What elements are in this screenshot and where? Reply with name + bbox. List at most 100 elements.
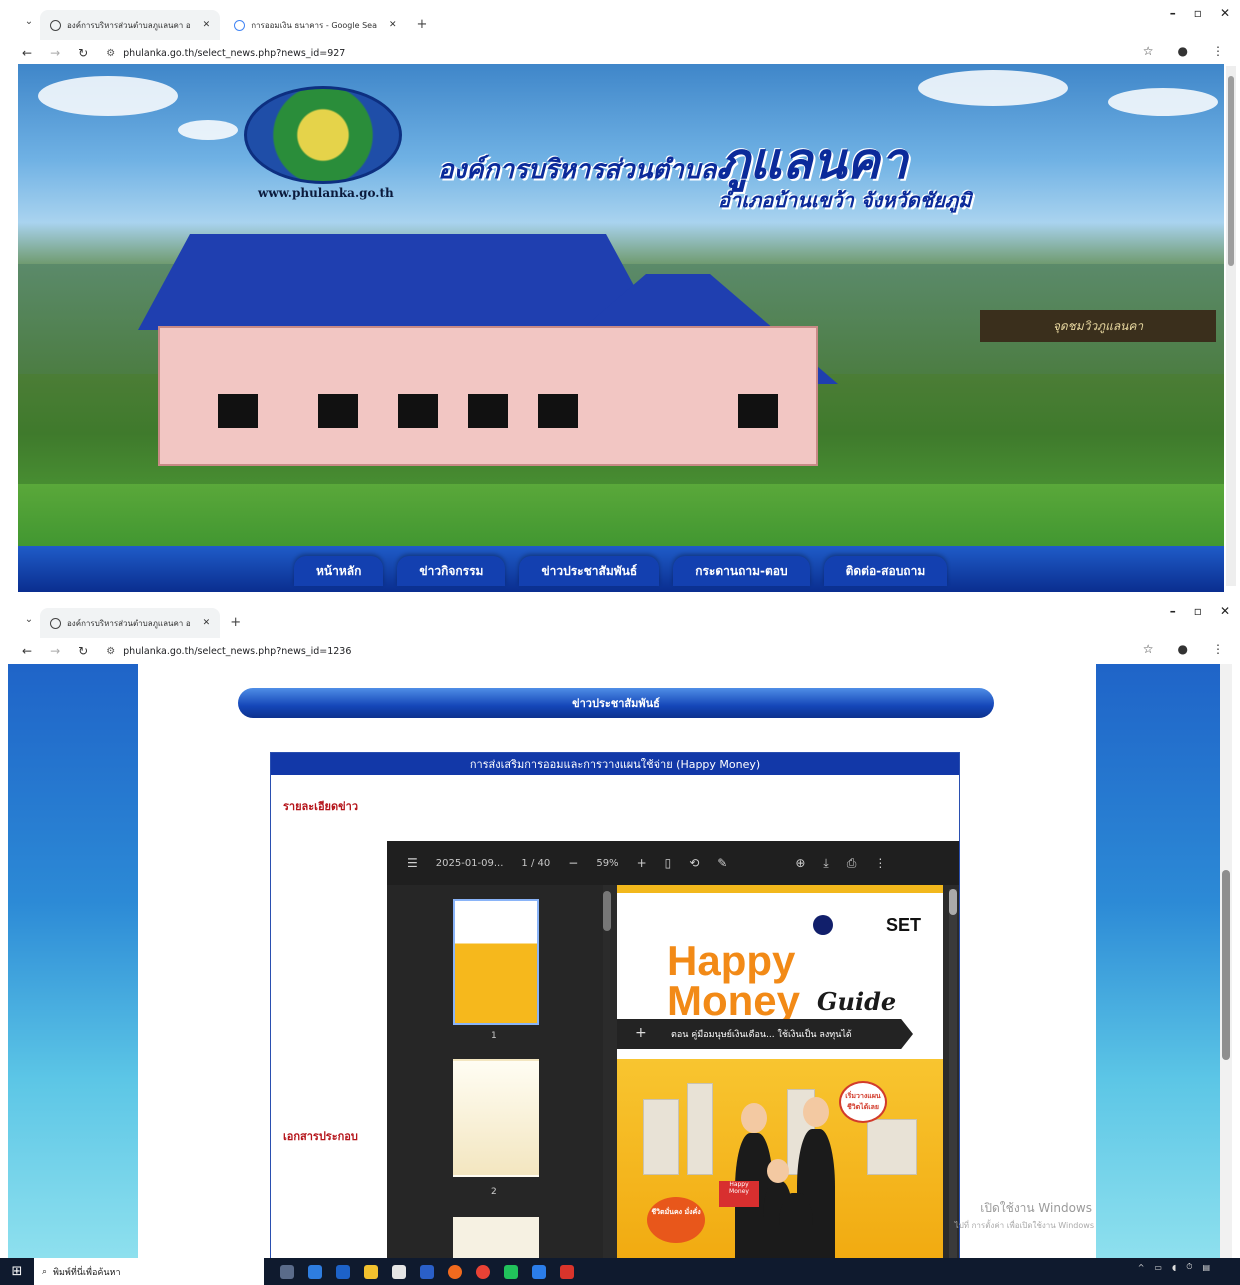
cover-title-guide: Guide xyxy=(817,987,897,1016)
address-bar[interactable]: ⚙ phulanka.go.th/select_news.php?news_id… xyxy=(106,646,351,657)
menu-kebab-icon[interactable]: ⋮ xyxy=(1212,44,1224,58)
tab-search-icon[interactable]: ⌄ xyxy=(18,6,40,36)
clock[interactable]: ⏱ xyxy=(1186,1262,1192,1272)
tab-title: องค์การบริหารส่วนตำบลภูแลนคา อ xyxy=(67,20,191,30)
draw-icon[interactable]: ✎ xyxy=(717,856,727,870)
app-icon[interactable] xyxy=(560,1264,574,1279)
app-icon[interactable] xyxy=(532,1264,546,1279)
menu-contact[interactable]: ติดต่อ-สอบถาม xyxy=(823,556,948,586)
tab-phulanka[interactable]: องค์การบริหารส่วนตำบลภูแลนคา อ ✕ xyxy=(40,10,221,40)
reload-icon[interactable]: ↻ xyxy=(78,46,88,60)
rotate-icon[interactable]: ⟲ xyxy=(689,856,699,870)
profile-icon[interactable]: ● xyxy=(1178,642,1188,656)
notification-icon[interactable]: ▤ xyxy=(1202,1263,1210,1272)
close-tab-icon[interactable]: ✕ xyxy=(203,618,211,628)
close-tab-icon[interactable]: ✕ xyxy=(389,20,397,30)
more-icon[interactable]: ⋮ xyxy=(874,856,886,870)
bookmark-star-icon[interactable]: ☆ xyxy=(1143,642,1154,656)
network-icon[interactable]: ▭ xyxy=(1154,1263,1162,1272)
store-icon[interactable] xyxy=(336,1264,350,1279)
task-view-icon[interactable] xyxy=(280,1264,294,1279)
menu-kebab-icon[interactable]: ⋮ xyxy=(1212,642,1224,656)
site-menu: หน้าหลัก ข่าวกิจกรรม ข่าวประชาสัมพันธ์ ก… xyxy=(294,556,948,586)
window xyxy=(738,394,778,428)
tab-phulanka[interactable]: องค์การบริหารส่วนตำบลภูแลนคา อ ✕ xyxy=(40,608,221,638)
restore-icon[interactable]: ▫ xyxy=(1194,6,1202,20)
page-scrollbar[interactable] xyxy=(1220,664,1232,1258)
minimize-icon[interactable]: – xyxy=(1170,6,1176,20)
site-menu-bar: หน้าหลัก ข่าวกิจกรรม ข่าวประชาสัมพันธ์ ก… xyxy=(18,546,1224,592)
annotate-icon[interactable]: ⊕ xyxy=(795,856,805,870)
tray-chevron-icon[interactable]: ^ xyxy=(1138,1263,1145,1272)
pdf-zoom-value[interactable]: 59% xyxy=(596,858,618,869)
download-icon[interactable]: ⤓ xyxy=(823,856,828,871)
menu-home[interactable]: หน้าหลัก xyxy=(294,556,384,586)
close-tab-icon[interactable]: ✕ xyxy=(203,20,211,30)
page-thumbnail[interactable] xyxy=(453,899,539,1025)
toolbar-right: ☆ ● ⋮ xyxy=(1143,44,1224,58)
pdf-page-current[interactable]: 1 xyxy=(521,858,527,869)
print-icon[interactable]: ⎙ xyxy=(847,856,857,871)
volume-icon[interactable]: ◖ xyxy=(1172,1263,1176,1272)
menu-activity-news[interactable]: ข่าวกิจกรรม xyxy=(397,556,506,586)
news-page: ข่าวประชาสัมพันธ์ การส่งเสริมการออมและกา… xyxy=(8,664,1232,1258)
bookmark-star-icon[interactable]: ☆ xyxy=(1143,44,1154,58)
back-icon[interactable]: ← xyxy=(22,46,32,60)
close-icon[interactable]: ✕ xyxy=(1220,604,1230,618)
sidebar-menu-icon[interactable]: ☰ xyxy=(407,856,418,870)
thumbnail-page-number: 1 xyxy=(491,1031,497,1041)
reload-icon[interactable]: ↻ xyxy=(78,644,88,658)
pdf-page-total: 40 xyxy=(537,857,551,869)
zoom-in-icon[interactable]: + xyxy=(637,856,647,870)
new-tab-button[interactable]: + xyxy=(224,615,247,630)
cover-title-line1: Happy xyxy=(667,937,796,984)
window-controls: – ▫ ✕ xyxy=(1170,6,1230,20)
chrome-icon[interactable] xyxy=(476,1264,490,1279)
address-bar[interactable]: ⚙ phulanka.go.th/select_news.php?news_id… xyxy=(106,48,345,59)
scrollbar-thumb[interactable] xyxy=(1222,870,1230,1060)
zoom-out-icon[interactable]: − xyxy=(568,856,578,870)
close-icon[interactable]: ✕ xyxy=(1220,6,1230,20)
cover-title-line2: Money xyxy=(667,977,801,1024)
minimize-icon[interactable]: – xyxy=(1170,604,1176,618)
scrollbar-thumb[interactable] xyxy=(949,889,957,915)
window xyxy=(398,394,438,428)
windows-start-icon[interactable]: ⊞ xyxy=(0,1258,34,1285)
outlook-icon[interactable] xyxy=(420,1264,434,1279)
tab-google-search[interactable]: การออมเงิน ธนาคาร - Google Sea ✕ xyxy=(224,10,406,40)
app-icon[interactable] xyxy=(392,1264,406,1279)
firefox-icon[interactable] xyxy=(448,1264,462,1279)
menu-qa-board[interactable]: กระดานถาม-ตอบ xyxy=(673,556,810,586)
screenshot-stage: ⌄ องค์การบริหารส่วนตำบลภูแลนคา อ ✕ การออ… xyxy=(0,0,1240,1285)
new-tab-button[interactable]: + xyxy=(411,17,434,32)
page-scrollbar[interactable] xyxy=(1226,66,1236,586)
page-thumbnail[interactable] xyxy=(453,1059,539,1177)
windows-activation-watermark: เปิดใช้งาน Windows xyxy=(980,1201,1092,1215)
face xyxy=(767,1159,789,1183)
line-icon[interactable] xyxy=(504,1264,518,1279)
site-info-icon[interactable]: ⚙ xyxy=(106,48,115,59)
news-title: การส่งเสริมการออมและการวางแผนใช้จ่าย (Ha… xyxy=(271,753,959,775)
set-logo: SET xyxy=(885,915,921,935)
forward-icon[interactable]: → xyxy=(50,644,60,658)
tab-search-icon[interactable]: ⌄ xyxy=(18,604,40,634)
pdf-page-scrollbar[interactable] xyxy=(949,889,957,1258)
taskbar-apps xyxy=(280,1264,574,1279)
thumbnail-scrollbar[interactable] xyxy=(603,891,611,931)
cover-tagline: ตอน คู่มือมนุษย์เงินเดือน... ใช้เงินเป็น… xyxy=(617,1019,913,1049)
profile-icon[interactable]: ● xyxy=(1178,44,1188,58)
file-explorer-icon[interactable] xyxy=(364,1264,378,1279)
back-icon[interactable]: ← xyxy=(22,644,32,658)
scrollbar-thumb[interactable] xyxy=(1228,76,1234,266)
menu-pr-news[interactable]: ข่าวประชาสัมพันธ์ xyxy=(519,556,660,586)
windows-activation-hint: ไปที่ การตั้งค่า เพื่อเปิดใช้งาน Windows xyxy=(954,1221,1094,1230)
site-info-icon[interactable]: ⚙ xyxy=(106,646,115,657)
restore-icon[interactable]: ▫ xyxy=(1194,604,1202,618)
fit-page-icon[interactable]: ▯ xyxy=(665,856,672,870)
pdf-page: SET Happy Money Guide ตอน คู่มือมนุษย์เง… xyxy=(617,885,943,1258)
edge-icon[interactable] xyxy=(308,1264,322,1279)
page-thumbnail[interactable] xyxy=(453,1217,539,1258)
pdf-viewer[interactable]: ☰ 2025-01-09... 1 / 40 − 59% + ▯ ⟲ ✎ ⊕ ⤓… xyxy=(387,841,959,1258)
taskbar-search[interactable]: ⌕ พิมพ์ที่นี่เพื่อค้นหา xyxy=(34,1258,264,1285)
forward-icon[interactable]: → xyxy=(50,46,60,60)
